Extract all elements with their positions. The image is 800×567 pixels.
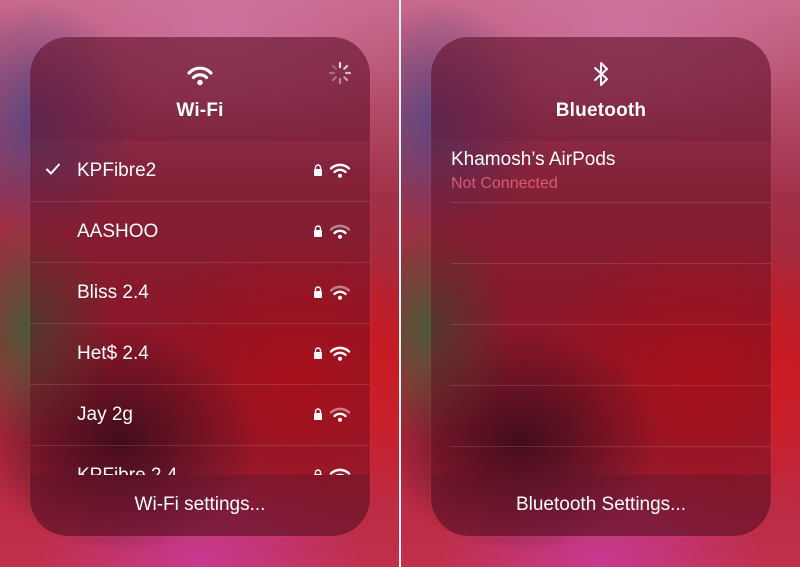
lock-icon xyxy=(314,164,322,176)
wifi-screen: Wi-Fi KPFibre2 AASHOO Bliss 2.4 Het$ 2.4… xyxy=(0,0,399,567)
wifi-network-row[interactable]: KPFibre2 xyxy=(30,141,370,202)
lock-icon xyxy=(314,408,322,420)
lock-icon xyxy=(314,225,322,237)
wifi-panel: Wi-Fi KPFibre2 AASHOO Bliss 2.4 Het$ 2.4… xyxy=(30,37,370,536)
wifi-signal-icon xyxy=(329,407,351,422)
wifi-panel-header: Wi-Fi xyxy=(30,37,370,141)
wifi-signal-icon xyxy=(329,468,351,475)
bluetooth-panel-title: Bluetooth xyxy=(555,100,647,121)
row-divider xyxy=(451,385,771,386)
bluetooth-settings-link[interactable]: Bluetooth Settings... xyxy=(431,494,771,516)
wifi-panel-footer: Wi-Fi settings... xyxy=(30,475,370,536)
row-divider xyxy=(451,202,771,203)
bluetooth-screen: Bluetooth Khamosh’s AirPods Not Connecte… xyxy=(401,0,800,567)
row-divider xyxy=(451,446,771,447)
wifi-network-name: KPFibre2 xyxy=(77,160,157,181)
wifi-signal-icon xyxy=(329,346,351,361)
row-divider xyxy=(451,324,771,325)
wifi-network-row[interactable]: AASHOO xyxy=(30,202,370,263)
bluetooth-panel-header: Bluetooth xyxy=(431,37,771,141)
wifi-panel-title: Wi-Fi xyxy=(176,100,224,121)
wifi-network-list[interactable]: KPFibre2 AASHOO Bliss 2.4 Het$ 2.4 Jay 2… xyxy=(30,141,370,475)
wifi-network-name: Jay 2g xyxy=(77,404,133,425)
row-divider xyxy=(451,263,771,264)
wifi-signal-icon xyxy=(329,224,351,239)
wifi-network-name: AASHOO xyxy=(77,221,159,242)
bluetooth-icon xyxy=(594,62,608,86)
checkmark-icon xyxy=(46,163,60,175)
wifi-network-row[interactable]: KPFibre 2.4 xyxy=(30,446,370,475)
wifi-network-row[interactable]: Jay 2g xyxy=(30,385,370,446)
loading-spinner-icon xyxy=(328,61,352,85)
wifi-network-name: KPFibre 2.4 xyxy=(77,465,177,475)
wifi-signal-icon xyxy=(329,285,351,300)
bluetooth-panel: Bluetooth Khamosh’s AirPods Not Connecte… xyxy=(431,37,771,536)
bluetooth-device-status: Not Connected xyxy=(451,175,558,192)
wifi-network-name: Het$ 2.4 xyxy=(77,343,149,364)
wifi-network-row[interactable]: Het$ 2.4 xyxy=(30,324,370,385)
wifi-icon xyxy=(187,66,213,86)
wifi-network-row[interactable]: Bliss 2.4 xyxy=(30,263,370,324)
lock-icon xyxy=(314,286,322,298)
wifi-signal-icon xyxy=(329,163,351,178)
wifi-settings-link[interactable]: Wi-Fi settings... xyxy=(30,494,370,516)
bluetooth-panel-footer: Bluetooth Settings... xyxy=(431,475,771,536)
bluetooth-device-item[interactable]: Khamosh’s AirPods Not Connected xyxy=(451,149,615,193)
bluetooth-device-name: Khamosh’s AirPods xyxy=(451,149,616,170)
lock-icon xyxy=(314,347,322,359)
wifi-network-name: Bliss 2.4 xyxy=(77,282,149,303)
